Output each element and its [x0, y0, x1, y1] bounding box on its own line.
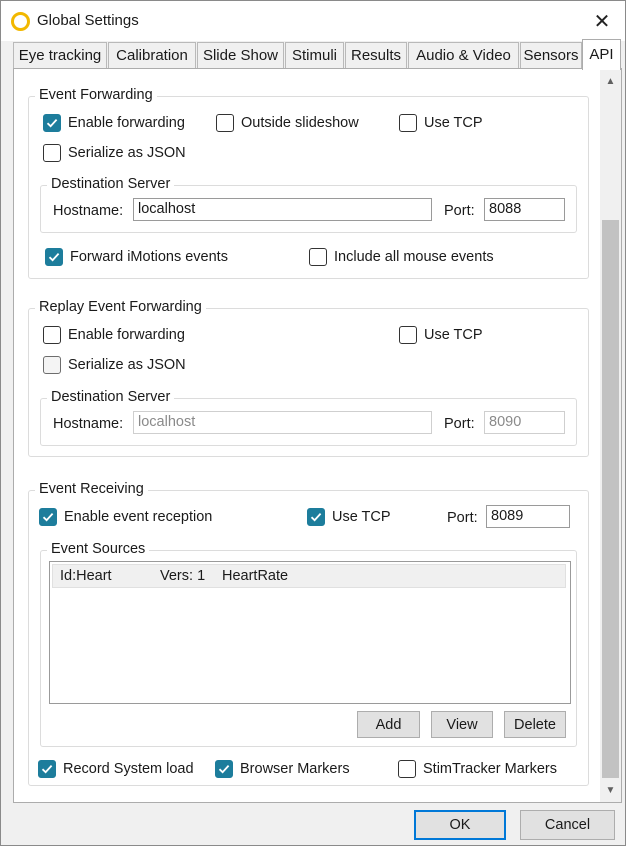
tab-stimuli[interactable]: Stimuli — [285, 42, 344, 69]
port-input[interactable]: 8088 — [484, 198, 565, 221]
checkbox-unchecked-icon — [43, 144, 61, 162]
enable-forwarding-label: Enable forwarding — [68, 115, 185, 131]
replay-forwarding-group: Replay Event Forwarding Enable forwardin… — [28, 299, 589, 457]
destination-server-title: Destination Server — [47, 176, 175, 192]
use-tcp-label: Use TCP — [424, 115, 483, 131]
hostname-input[interactable]: localhost — [133, 198, 432, 221]
use-tcp-checkbox[interactable]: Use TCP — [399, 113, 483, 133]
replay-forwarding-title: Replay Event Forwarding — [35, 299, 206, 315]
scroll-up-arrow-icon[interactable]: ▲ — [600, 71, 621, 91]
event-receiving-title: Event Receiving — [35, 481, 148, 497]
vertical-scrollbar[interactable]: ▲ ▼ — [600, 69, 621, 802]
settings-tabs: Eye tracking Calibration Slide Show Stim… — [13, 39, 621, 70]
include-mouse-events-checkbox[interactable]: Include all mouse events — [309, 247, 494, 267]
checkbox-checked-icon — [307, 508, 325, 526]
tab-audio-video[interactable]: Audio & Video — [408, 42, 519, 69]
ok-button[interactable]: OK — [414, 810, 506, 840]
tab-api[interactable]: API — [582, 39, 621, 70]
tab-sensors[interactable]: Sensors — [520, 42, 582, 69]
cancel-button[interactable]: Cancel — [520, 810, 615, 840]
destination-server-group: Destination Server Hostname: localhost P… — [40, 176, 577, 233]
replay-serialize-json-checkbox[interactable]: Serialize as JSON — [43, 355, 186, 375]
replay-use-tcp-label: Use TCP — [424, 327, 483, 343]
checkbox-unchecked-icon — [309, 248, 327, 266]
tab-calibration[interactable]: Calibration — [108, 42, 196, 69]
window-title: Global Settings — [37, 12, 139, 29]
api-settings-content: Event Forwarding Enable forwarding Outsi… — [14, 69, 599, 802]
checkbox-checked-icon — [43, 114, 61, 132]
include-mouse-events-label: Include all mouse events — [334, 249, 494, 265]
outside-slideshow-label: Outside slideshow — [241, 115, 359, 131]
serialize-json-checkbox[interactable]: Serialize as JSON — [43, 143, 186, 163]
replay-serialize-json-label: Serialize as JSON — [68, 357, 186, 373]
enable-event-reception-checkbox[interactable]: Enable event reception — [39, 507, 212, 527]
replay-port-label: Port: — [444, 416, 475, 432]
checkbox-unchecked-icon — [216, 114, 234, 132]
event-sources-list[interactable]: Id:Heart Vers: 1 HeartRate — [49, 561, 571, 704]
add-source-button[interactable]: Add — [357, 711, 420, 738]
serialize-json-label: Serialize as JSON — [68, 145, 186, 161]
replay-use-tcp-checkbox[interactable]: Use TCP — [399, 325, 483, 345]
replay-enable-forwarding-label: Enable forwarding — [68, 327, 185, 343]
replay-hostname-label: Hostname: — [53, 416, 124, 432]
source-version: Vers: 1 — [160, 568, 206, 584]
outside-slideshow-checkbox[interactable]: Outside slideshow — [216, 113, 359, 133]
view-source-button[interactable]: View — [431, 711, 493, 738]
checkbox-unchecked-icon — [43, 356, 61, 374]
delete-source-button[interactable]: Delete — [504, 711, 566, 738]
event-sources-group: Event Sources Id:Heart Vers: 1 HeartRate… — [40, 541, 577, 747]
checkbox-checked-icon — [39, 508, 57, 526]
api-tab-panel: Event Forwarding Enable forwarding Outsi… — [13, 68, 622, 803]
replay-destination-server-group: Destination Server Hostname: localhost P… — [40, 389, 577, 446]
source-name: HeartRate — [222, 568, 289, 584]
event-receiving-group: Event Receiving Enable event reception U… — [28, 481, 589, 786]
record-system-load-label: Record System load — [63, 761, 194, 777]
forward-imotions-checkbox[interactable]: Forward iMotions events — [45, 247, 228, 267]
receiving-port-label: Port: — [447, 510, 478, 526]
port-label: Port: — [444, 203, 475, 219]
checkbox-unchecked-icon — [399, 114, 417, 132]
stimtracker-markers-checkbox[interactable]: StimTracker Markers — [398, 759, 557, 779]
tab-slide-show[interactable]: Slide Show — [197, 42, 284, 69]
receiving-use-tcp-checkbox[interactable]: Use TCP — [307, 507, 391, 527]
scroll-thumb[interactable] — [602, 220, 619, 778]
hostname-label: Hostname: — [53, 203, 124, 219]
source-id: Id:Heart — [60, 568, 112, 584]
enable-event-reception-label: Enable event reception — [64, 509, 213, 525]
checkbox-unchecked-icon — [398, 760, 416, 778]
tab-eye-tracking[interactable]: Eye tracking — [13, 42, 107, 69]
replay-port-input[interactable]: 8090 — [484, 411, 565, 434]
checkbox-unchecked-icon — [43, 326, 61, 344]
checkbox-checked-icon — [38, 760, 56, 778]
receiving-port-input[interactable]: 8089 — [486, 505, 570, 528]
list-item[interactable]: Id:Heart Vers: 1 HeartRate — [52, 564, 566, 588]
checkbox-unchecked-icon — [399, 326, 417, 344]
scroll-down-arrow-icon[interactable]: ▼ — [600, 780, 621, 800]
browser-markers-label: Browser Markers — [240, 761, 350, 777]
record-system-load-checkbox[interactable]: Record System load — [38, 759, 194, 779]
forward-imotions-label: Forward iMotions events — [70, 249, 228, 265]
receiving-use-tcp-label: Use TCP — [332, 509, 391, 525]
event-sources-title: Event Sources — [47, 541, 150, 557]
event-forwarding-group: Event Forwarding Enable forwarding Outsi… — [28, 87, 589, 279]
tab-results[interactable]: Results — [345, 42, 407, 69]
event-forwarding-title: Event Forwarding — [35, 87, 157, 103]
checkbox-checked-icon — [45, 248, 63, 266]
global-settings-window: Global Settings ✕ Eye tracking Calibrati… — [0, 0, 626, 846]
replay-destination-server-title: Destination Server — [47, 389, 175, 405]
checkbox-checked-icon — [215, 760, 233, 778]
browser-markers-checkbox[interactable]: Browser Markers — [215, 759, 350, 779]
app-logo-icon — [11, 12, 30, 31]
title-bar: Global Settings ✕ — [1, 1, 625, 41]
close-icon[interactable]: ✕ — [579, 1, 625, 41]
replay-enable-forwarding-checkbox[interactable]: Enable forwarding — [43, 325, 185, 345]
replay-hostname-input[interactable]: localhost — [133, 411, 432, 434]
stimtracker-markers-label: StimTracker Markers — [423, 761, 557, 777]
enable-forwarding-checkbox[interactable]: Enable forwarding — [43, 113, 185, 133]
